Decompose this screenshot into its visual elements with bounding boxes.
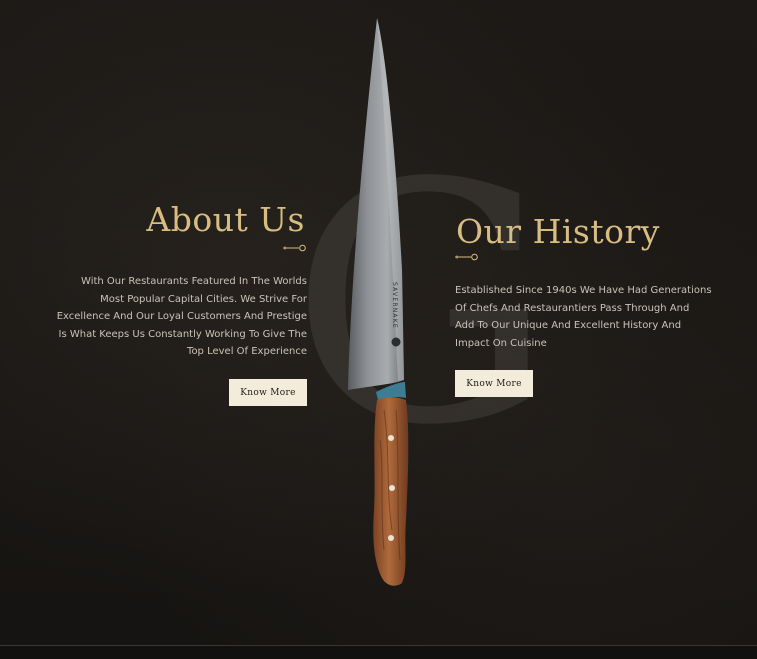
history-text-line: Impact On Cuisine	[455, 337, 547, 349]
about-description: With Our Restaurants Featured In The Wor…	[47, 273, 307, 361]
history-description: Established Since 1940s We Have Had Gene…	[455, 282, 720, 352]
history-title: Our History	[456, 212, 660, 251]
key-ornament-icon	[283, 244, 306, 252]
about-text-line: Top Level Of Experience	[187, 346, 307, 357]
footer-strip	[0, 646, 757, 659]
about-text-line: With Our Restaurants Featured In The Wor…	[81, 276, 307, 287]
about-title: About Us	[146, 200, 305, 239]
knife-brand-text: SAVERNAKE	[391, 282, 398, 329]
history-text-line: Established Since 1940s We Have Had Gene…	[455, 285, 712, 296]
chef-knife-image: SAVERNAKE	[348, 18, 409, 586]
about-know-more-button[interactable]: Know More	[229, 379, 307, 406]
about-text-line: Excellence And Our Loyal Customers And P…	[56, 311, 307, 322]
about-text-line: Is What Keeps Us Constantly Working To G…	[58, 328, 307, 340]
history-know-more-button[interactable]: Know More	[455, 370, 533, 397]
about-text-line: Most Popular Capital Cities. We Strive F…	[100, 293, 307, 305]
history-text-line: Add To Our Unique And Excellent History …	[455, 320, 682, 331]
history-text-line: Of Chefs And Restaurantiers Pass Through…	[455, 302, 690, 314]
key-ornament-icon	[455, 253, 478, 261]
